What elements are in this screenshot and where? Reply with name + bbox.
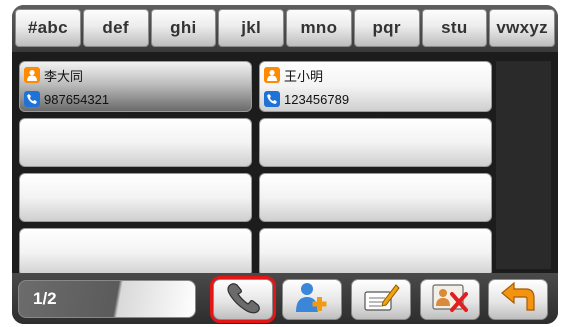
person-icon — [264, 67, 280, 83]
person-icon — [24, 67, 40, 83]
tab-stu[interactable]: stu — [421, 9, 488, 47]
contact-name: 王小明 — [284, 68, 324, 84]
contact-name: 李大同 — [44, 68, 84, 84]
tab-jkl[interactable]: jkl — [218, 9, 284, 47]
empty-contact-slot[interactable] — [19, 228, 252, 277]
phone-icon — [24, 91, 40, 107]
empty-contact-slot[interactable] — [19, 173, 252, 222]
back-button[interactable] — [488, 279, 548, 320]
add-contact-icon — [292, 280, 332, 319]
empty-contact-slot[interactable] — [259, 173, 492, 222]
page-indicator: 1/2 — [18, 280, 196, 318]
bottom-toolbar: 1/2 — [12, 273, 558, 324]
tab-def[interactable]: def — [82, 9, 149, 47]
tab-mno[interactable]: mno — [286, 9, 352, 47]
add-contact-button[interactable] — [282, 279, 342, 320]
side-panel — [496, 61, 551, 269]
tab-vwxyz[interactable]: vwxyz — [489, 9, 555, 47]
contact-card[interactable]: 王小明 123456789 — [259, 61, 492, 112]
tab-pqr[interactable]: pqr — [353, 9, 420, 47]
contact-grid: 李大同 987654321 王小明 123456789 — [19, 61, 493, 277]
delete-contact-icon — [430, 280, 470, 319]
call-button[interactable] — [210, 276, 276, 323]
edit-contact-button[interactable] — [351, 279, 411, 320]
tab-ghi[interactable]: ghi — [150, 9, 217, 47]
letter-tabs: #abc def ghi jkl mno pqr stu vwxyz — [12, 5, 558, 52]
phonebook-window: #abc def ghi jkl mno pqr stu vwxyz 李大同 9… — [12, 5, 558, 324]
empty-contact-slot[interactable] — [259, 118, 492, 167]
phone-handset-icon — [223, 280, 263, 319]
contact-card[interactable]: 李大同 987654321 — [19, 61, 252, 112]
page-number: 1/2 — [33, 289, 57, 308]
empty-contact-slot[interactable] — [259, 228, 492, 277]
delete-contact-button[interactable] — [420, 279, 480, 320]
contact-phone: 987654321 — [44, 91, 110, 107]
back-arrow-icon — [498, 280, 538, 319]
contact-phone: 123456789 — [284, 91, 350, 107]
empty-contact-slot[interactable] — [19, 118, 252, 167]
edit-note-icon — [361, 280, 401, 319]
phone-icon — [264, 91, 280, 107]
tab-abc[interactable]: #abc — [15, 9, 81, 47]
